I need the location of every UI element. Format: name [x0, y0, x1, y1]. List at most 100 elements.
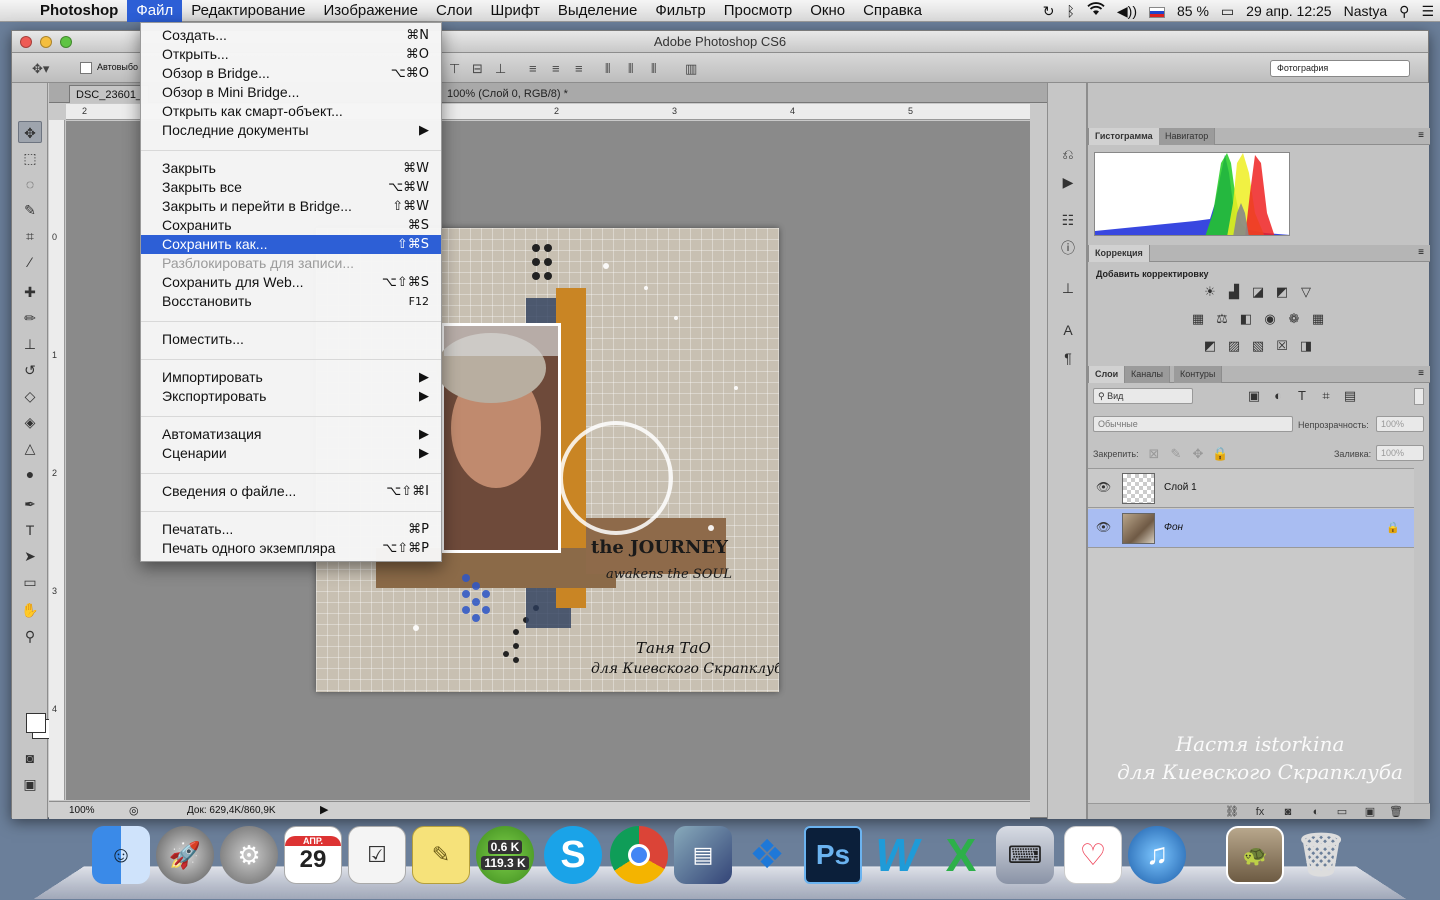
quick-select-tool-icon[interactable]: ✎: [18, 199, 42, 221]
align-vcenter-icon[interactable]: ⊟: [472, 61, 483, 77]
selective-color-icon[interactable]: ☒: [1274, 339, 1290, 353]
menu-item-browse-mini-bridge[interactable]: Обзор в Mini Bridge...: [141, 83, 441, 102]
wifi-icon[interactable]: [1081, 0, 1111, 22]
filter-toggle[interactable]: [1414, 388, 1424, 405]
path-select-tool-icon[interactable]: ➤: [18, 545, 42, 567]
layer-name[interactable]: Фон: [1164, 522, 1183, 533]
exposure-icon[interactable]: ◩: [1274, 285, 1290, 299]
menu-item-save-as[interactable]: Сохранить как... ⇧⌘S: [141, 235, 441, 254]
stickies-icon[interactable]: ✎: [412, 826, 470, 884]
dodge-tool-icon[interactable]: ●: [18, 463, 42, 485]
align-bottom-icon[interactable]: ⊥: [495, 61, 506, 77]
lock-all-icon[interactable]: 🔒: [1212, 447, 1228, 461]
status-icon[interactable]: ◎: [129, 804, 139, 817]
menu-item-file-info[interactable]: Сведения о файле... ⌥⇧⌘I: [141, 482, 441, 501]
tool-presets-icon[interactable]: ☷: [1056, 209, 1080, 231]
status-arrow-icon[interactable]: ▶: [320, 803, 328, 816]
paint-bucket-tool-icon[interactable]: ◈: [18, 411, 42, 433]
rectangle-tool-icon[interactable]: ▭: [18, 571, 42, 593]
network-monitor-icon[interactable]: 0.6 K 119.3 K: [476, 826, 534, 884]
layer-row[interactable]: 👁 Слой 1: [1088, 469, 1414, 508]
menu-image[interactable]: Изображение: [314, 0, 427, 22]
menu-layers[interactable]: Слои: [427, 0, 481, 22]
menu-item-close-all[interactable]: Закрыть все ⌥⌘W: [141, 178, 441, 197]
character-panel-icon[interactable]: A: [1056, 319, 1080, 341]
tab-channels[interactable]: Каналы: [1125, 366, 1170, 383]
tab-navigator[interactable]: Навигатор: [1159, 128, 1216, 145]
distribute-left-icon[interactable]: ⫴: [605, 61, 610, 77]
pocket-icon[interactable]: ♡: [1064, 826, 1122, 884]
auto-select-checkbox[interactable]: [80, 62, 92, 74]
panel-menu-icon[interactable]: ≡: [1418, 130, 1424, 141]
visibility-eye-icon[interactable]: 👁: [1096, 480, 1111, 494]
tab-correction[interactable]: Коррекция: [1088, 245, 1150, 262]
blend-mode-select[interactable]: Обычные: [1093, 416, 1293, 432]
menu-window[interactable]: Окно: [801, 0, 854, 22]
iphoto-icon[interactable]: ▤: [674, 826, 732, 884]
clone-source-icon[interactable]: ⊥: [1056, 277, 1080, 299]
link-layers-icon[interactable]: ⛓: [1224, 805, 1240, 819]
channel-mixer-icon[interactable]: ❁: [1286, 312, 1302, 326]
panel-menu-icon[interactable]: ≡: [1418, 368, 1424, 379]
eyedropper-tool-icon[interactable]: ⁄: [18, 251, 42, 273]
system-preferences-icon[interactable]: ⚙: [220, 826, 278, 884]
foreground-color-swatch[interactable]: [26, 713, 46, 733]
auto-align-icon[interactable]: ▥: [685, 61, 697, 77]
filter-type-icon[interactable]: T: [1294, 389, 1310, 403]
menu-item-place[interactable]: Поместить...: [141, 330, 441, 349]
brush-tool-icon[interactable]: ✏: [18, 307, 42, 329]
levels-icon[interactable]: ▟: [1226, 285, 1242, 299]
notification-icon[interactable]: ☰: [1415, 0, 1440, 22]
filter-adjustment-icon[interactable]: ◐: [1270, 389, 1286, 403]
move-tool-preset-icon[interactable]: ✥▾: [32, 61, 49, 77]
hand-tool-icon[interactable]: ✋: [18, 599, 42, 621]
menu-edit[interactable]: Редактирование: [182, 0, 314, 22]
black-white-icon[interactable]: ◧: [1238, 312, 1254, 326]
workspace-select[interactable]: Фотография: [1270, 60, 1410, 77]
zoom-tool-icon[interactable]: ⚲: [18, 625, 42, 647]
filter-smart-icon[interactable]: ▤: [1342, 389, 1358, 403]
delete-layer-icon[interactable]: 🗑: [1388, 805, 1404, 819]
menu-item-import[interactable]: Импортировать ▶: [141, 368, 441, 387]
time-machine-icon[interactable]: ↻: [1037, 0, 1061, 22]
menu-type[interactable]: Шрифт: [481, 0, 548, 22]
menu-item-browse-bridge[interactable]: Обзор в Bridge... ⌥⌘O: [141, 64, 441, 83]
distribute-vcenter-icon[interactable]: ≡: [552, 61, 560, 76]
itunes-icon[interactable]: ♫: [1128, 826, 1186, 884]
hue-saturation-icon[interactable]: ▦: [1190, 312, 1206, 326]
healing-brush-tool-icon[interactable]: ✚: [18, 281, 42, 303]
vibrance-icon[interactable]: ▽: [1298, 285, 1314, 299]
eraser-tool-icon[interactable]: ◇: [18, 385, 42, 407]
chrome-icon[interactable]: [610, 826, 668, 884]
clock[interactable]: 29 апр. 12:25: [1240, 0, 1337, 22]
brightness-icon[interactable]: ☀: [1202, 285, 1218, 299]
menu-item-close[interactable]: Закрыть ⌘W: [141, 159, 441, 178]
document-tab[interactable]: DSC_23601_: [69, 85, 150, 103]
panel-menu-icon[interactable]: ≡: [1418, 247, 1424, 258]
skype-icon[interactable]: S: [544, 826, 602, 884]
screen-sharing-icon[interactable]: ⌨: [996, 826, 1054, 884]
lasso-tool-icon[interactable]: ◌: [18, 173, 42, 195]
fill-input[interactable]: 100%: [1376, 445, 1424, 461]
launchpad-icon[interactable]: 🚀: [156, 826, 214, 884]
dropbox-icon[interactable]: ❖: [738, 826, 796, 884]
battery-icon[interactable]: ▭: [1215, 0, 1240, 22]
menu-select[interactable]: Выделение: [549, 0, 646, 22]
align-top-icon[interactable]: ⊤: [449, 61, 460, 77]
finder-icon[interactable]: ☺: [92, 826, 150, 884]
screen-mode-icon[interactable]: ▣: [18, 773, 42, 795]
downloads-stack-icon[interactable]: 🐢: [1226, 826, 1284, 884]
bluetooth-icon[interactable]: ᛒ: [1061, 0, 1081, 22]
type-tool-icon[interactable]: T: [18, 519, 42, 541]
distribute-hcenter-icon[interactable]: ⫴: [628, 61, 633, 77]
menu-item-scripts[interactable]: Сценарии ▶: [141, 444, 441, 463]
tab-paths[interactable]: Контуры: [1174, 366, 1223, 383]
menu-view[interactable]: Просмотр: [715, 0, 802, 22]
history-panel-icon[interactable]: ⎌: [1056, 143, 1080, 165]
excel-icon[interactable]: X: [932, 826, 990, 884]
menu-item-new[interactable]: Создать... ⌘N: [141, 26, 441, 45]
history-brush-tool-icon[interactable]: ↺: [18, 359, 42, 381]
paragraph-panel-icon[interactable]: ¶: [1056, 347, 1080, 369]
menu-item-save[interactable]: Сохранить ⌘S: [141, 216, 441, 235]
menu-item-export[interactable]: Экспортировать ▶: [141, 387, 441, 406]
